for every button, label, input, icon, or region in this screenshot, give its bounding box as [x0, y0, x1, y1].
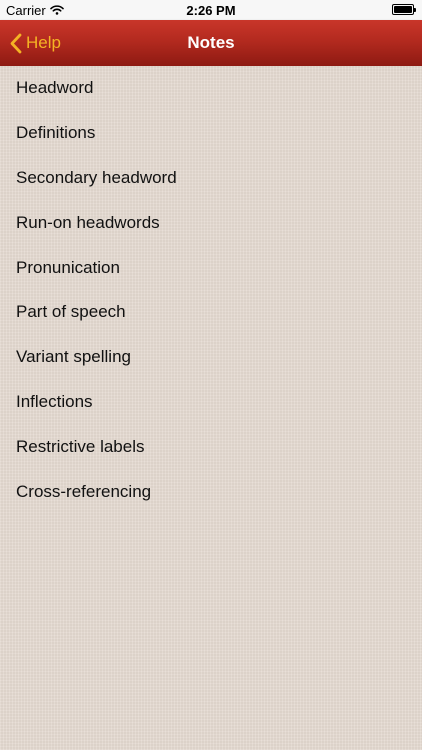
list-item-definitions[interactable]: Definitions	[0, 111, 422, 156]
list-item-variant-spelling[interactable]: Variant spelling	[0, 335, 422, 380]
list-item-pronunciation[interactable]: Pronunication	[0, 245, 422, 290]
list-item-secondary-headword[interactable]: Secondary headword	[0, 156, 422, 201]
chevron-left-icon	[10, 33, 22, 54]
back-label: Help	[26, 33, 61, 52]
battery-icon	[392, 4, 416, 15]
navigation-bar: Help Notes	[0, 20, 422, 66]
status-time: 2:26 PM	[186, 3, 236, 18]
back-button[interactable]: Help	[10, 20, 61, 66]
list-item-headword[interactable]: Headword	[0, 66, 422, 111]
list-item-part-of-speech[interactable]: Part of speech	[0, 290, 422, 335]
list-item-restrictive-labels[interactable]: Restrictive labels	[0, 424, 422, 469]
list-item-inflections[interactable]: Inflections	[0, 380, 422, 425]
list-item-cross-referencing[interactable]: Cross-referencing	[0, 469, 422, 514]
page-title: Notes	[187, 33, 235, 52]
list-item-run-on-headwords[interactable]: Run-on headwords	[0, 200, 422, 245]
status-bar: Carrier 2:26 PM	[0, 0, 422, 20]
notes-list: Headword Definitions Secondary headword …	[0, 66, 422, 750]
